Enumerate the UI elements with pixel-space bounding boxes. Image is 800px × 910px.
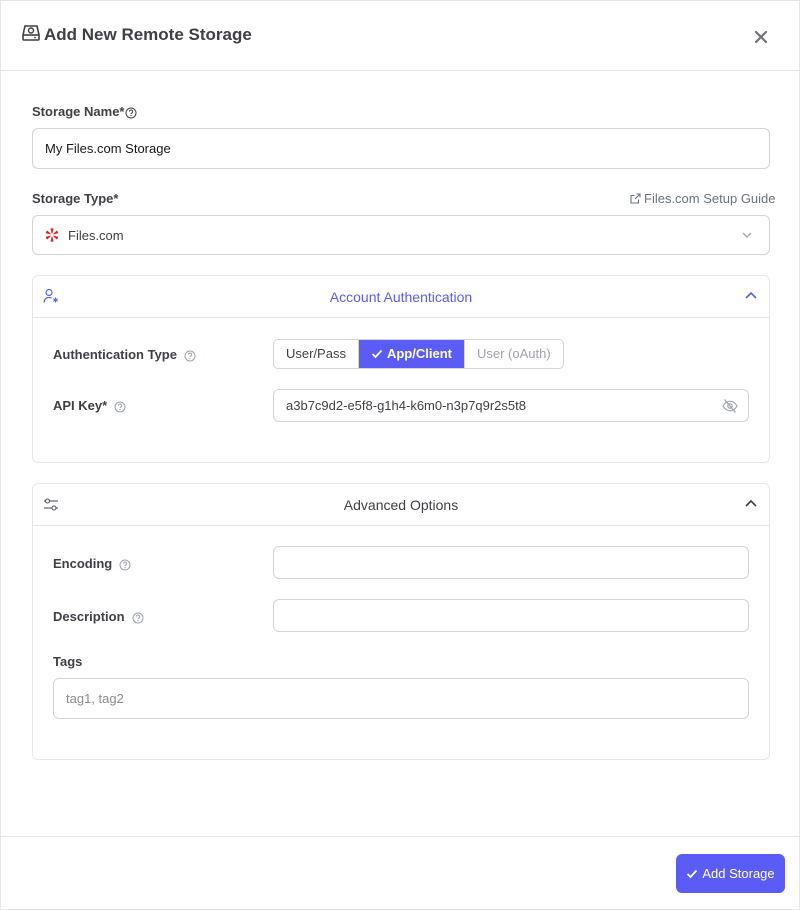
- auth-option-app-client[interactable]: App/Client: [358, 340, 464, 368]
- add-remote-storage-modal: Add New Remote Storage Storage Name* Sto…: [0, 0, 800, 910]
- files-com-logo-icon: [45, 228, 59, 242]
- encoding-input[interactable]: [273, 546, 749, 579]
- encoding-label: Encoding: [53, 556, 131, 571]
- chevron-down-icon: [742, 232, 752, 238]
- storage-type-value: Files.com: [68, 228, 124, 243]
- add-storage-button[interactable]: Add Storage: [676, 854, 785, 893]
- description-input[interactable]: [273, 599, 749, 632]
- description-label: Description: [53, 609, 144, 624]
- chevron-up-icon: [745, 291, 757, 299]
- api-key-input[interactable]: [273, 389, 749, 422]
- api-key-label: API Key*: [53, 398, 126, 413]
- account-authentication-panel: Account Authentication Authentication Ty…: [32, 275, 770, 463]
- advanced-options-title: Advanced Options: [343, 497, 459, 513]
- setup-guide-link[interactable]: Files.com Setup Guide: [630, 191, 776, 206]
- auth-option-user-oauth[interactable]: User (oAuth): [463, 340, 563, 368]
- close-icon[interactable]: [751, 27, 771, 47]
- external-link-icon: [630, 193, 641, 204]
- storage-name-label: Storage Name*: [32, 104, 137, 119]
- hard-drive-icon: [22, 25, 40, 41]
- advanced-options-panel: Advanced Options Encoding Description Ta…: [32, 483, 770, 760]
- storage-name-input[interactable]: [32, 128, 770, 169]
- chevron-up-icon: [745, 499, 757, 507]
- help-icon[interactable]: [184, 350, 196, 362]
- eye-off-icon[interactable]: [722, 398, 738, 414]
- help-icon[interactable]: [125, 107, 137, 119]
- storage-type-select[interactable]: Files.com: [32, 215, 770, 255]
- tags-input[interactable]: [53, 678, 749, 719]
- authentication-type-label: Authentication Type: [53, 347, 196, 362]
- check-icon: [371, 349, 383, 359]
- check-icon: [687, 869, 698, 879]
- modal-header: Add New Remote Storage: [1, 1, 799, 71]
- storage-type-label: Storage Type*: [32, 191, 119, 206]
- tags-label: Tags: [53, 654, 83, 669]
- help-icon[interactable]: [119, 559, 131, 571]
- auth-option-user-pass[interactable]: User/Pass: [274, 340, 359, 368]
- account-authentication-title: Account Authentication: [329, 289, 473, 305]
- help-icon[interactable]: [132, 612, 144, 624]
- account-authentication-header[interactable]: Account Authentication: [33, 276, 769, 318]
- advanced-options-header[interactable]: Advanced Options: [33, 484, 769, 526]
- authentication-type-toggle: User/Pass App/Client User (oAuth): [273, 339, 564, 369]
- modal-title: Add New Remote Storage: [44, 25, 252, 44]
- help-icon[interactable]: [114, 401, 126, 413]
